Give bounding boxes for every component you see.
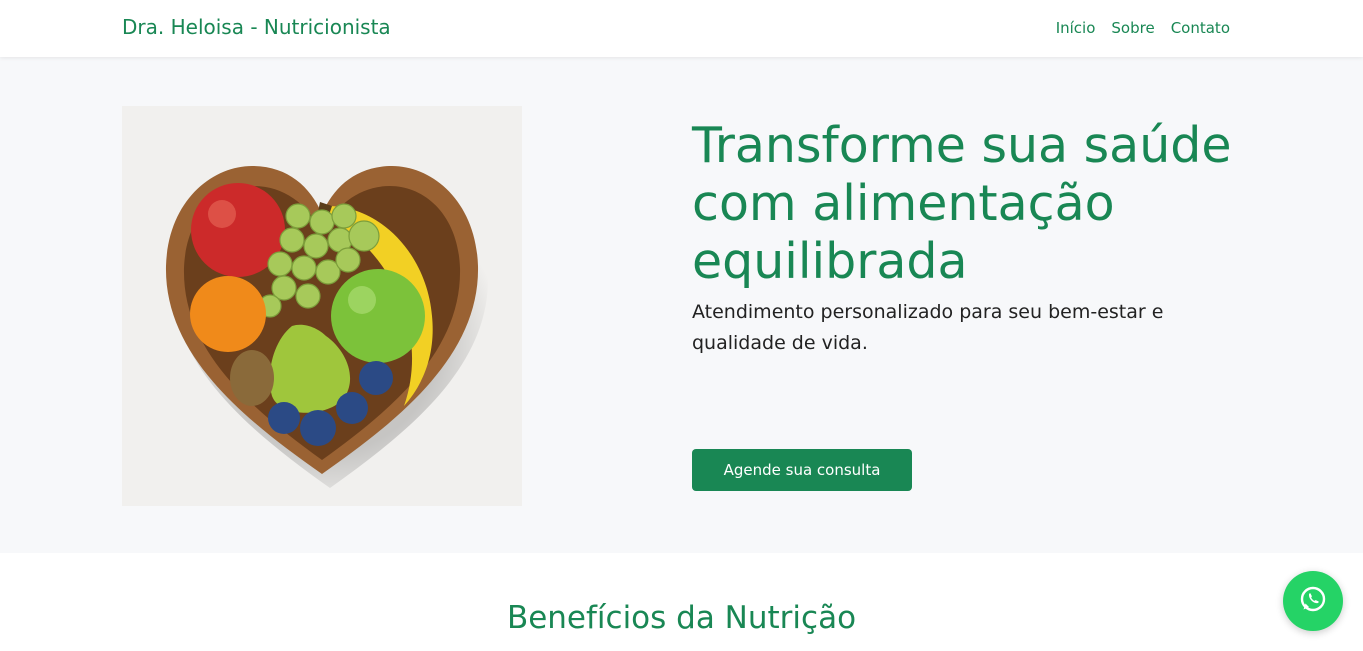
schedule-consultation-button[interactable]: Agende sua consulta bbox=[692, 449, 912, 491]
hero-title: Transforme sua saúde com alimentação equ… bbox=[692, 117, 1232, 290]
hero-section: Transforme sua saúde com alimentação equ… bbox=[0, 57, 1363, 553]
benefits-section: Benefícios da Nutrição bbox=[0, 553, 1363, 651]
nav-link-sobre[interactable]: Sobre bbox=[1111, 19, 1154, 37]
nav-link-contato[interactable]: Contato bbox=[1171, 19, 1230, 37]
navbar: Dra. Heloisa - Nutricionista Início Sobr… bbox=[0, 0, 1363, 57]
whatsapp-button[interactable] bbox=[1283, 571, 1343, 631]
nav-links: Início Sobre Contato bbox=[1056, 19, 1230, 37]
hero-text: Transforme sua saúde com alimentação equ… bbox=[692, 117, 1252, 491]
benefits-title: Benefícios da Nutrição bbox=[506, 600, 857, 636]
hero-fruit-basket-image bbox=[122, 106, 522, 506]
brand-link[interactable]: Dra. Heloisa - Nutricionista bbox=[122, 15, 391, 39]
whatsapp-icon bbox=[1298, 584, 1328, 618]
hero-subtitle: Atendimento personalizado para seu bem-e… bbox=[692, 301, 1164, 354]
nav-link-inicio[interactable]: Início bbox=[1056, 19, 1096, 37]
